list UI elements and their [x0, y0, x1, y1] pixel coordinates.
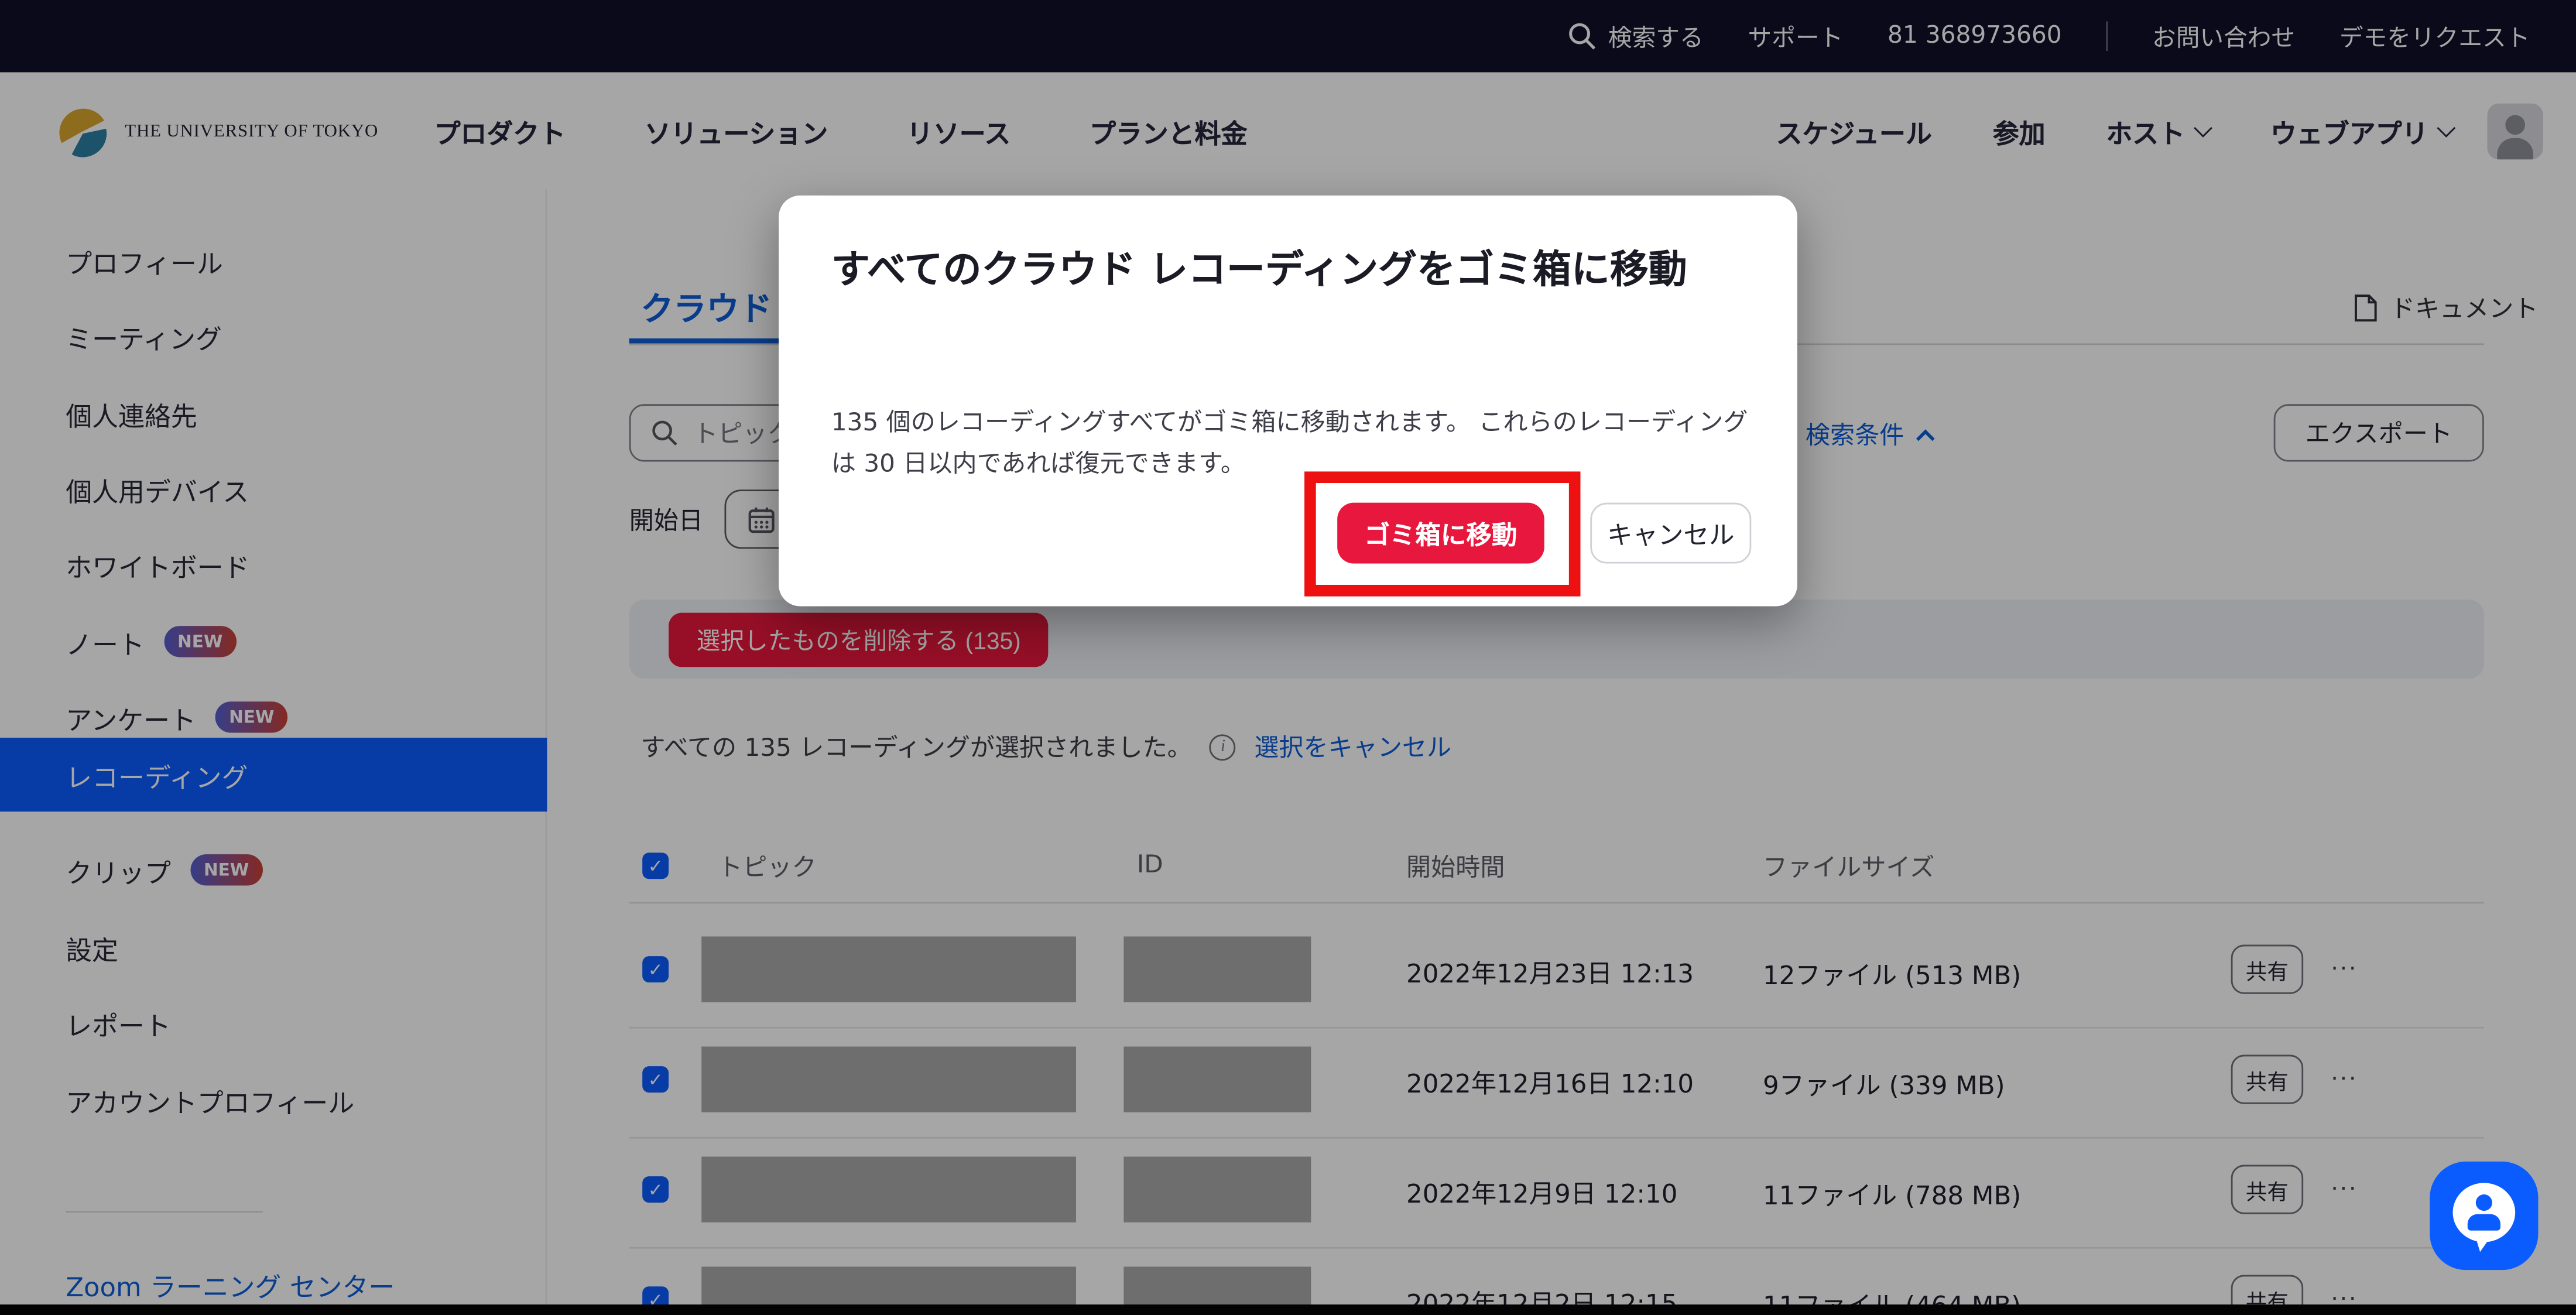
move-to-trash-button[interactable]: ゴミ箱に移動 — [1337, 503, 1544, 564]
move-to-trash-dialog: すべてのクラウド レコーディングをゴミ箱に移動 135 個のレコーディングすべて… — [779, 196, 1797, 607]
chat-bubble-icon — [2453, 1183, 2516, 1242]
page: 検索する サポート 81 368973660 お問い合わせ デモをリクエスト T… — [0, 0, 2576, 1315]
support-chat-button[interactable] — [2430, 1162, 2538, 1270]
dialog-title: すべてのクラウド レコーディングをゴミ箱に移動 — [831, 241, 1755, 297]
cancel-button[interactable]: キャンセル — [1590, 503, 1751, 564]
dialog-body-text: 135 個のレコーディングすべてがゴミ箱に移動されます。 これらのレコーディング… — [831, 402, 1748, 482]
